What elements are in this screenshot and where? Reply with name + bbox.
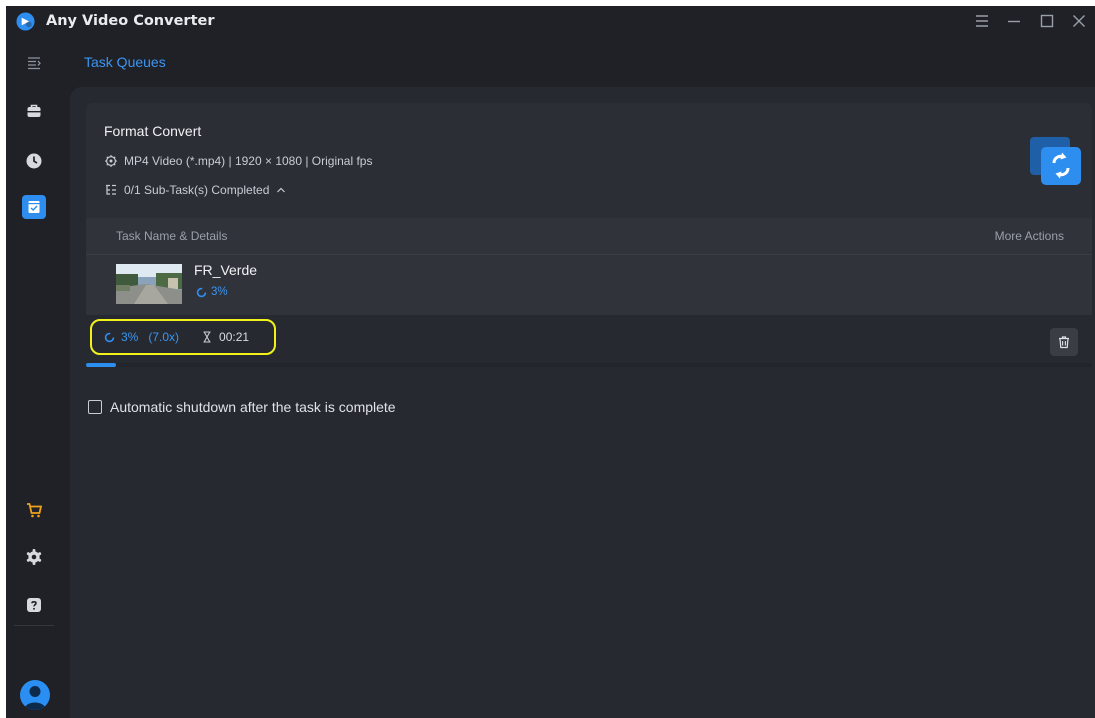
task-queue-icon — [28, 201, 40, 213]
app-logo-icon — [16, 12, 35, 31]
main-panel: Format Convert MP4 Video (*.mp4) | 1920 … — [70, 87, 1095, 718]
auto-shutdown-checkbox[interactable] — [88, 400, 102, 414]
delete-task-button[interactable] — [1050, 328, 1078, 356]
column-task-name: Task Name & Details — [116, 229, 228, 243]
toolbox-icon — [27, 104, 41, 117]
sidebar-item-toolbox[interactable] — [18, 95, 50, 127]
close-icon[interactable] — [1069, 11, 1089, 31]
app-window: Any Video Converter Task Queues Format C… — [6, 6, 1095, 718]
sidebar-item-help[interactable] — [18, 589, 50, 621]
subtasks-text: 0/1 Sub-Task(s) Completed — [124, 183, 270, 197]
time-remaining: 00:21 — [219, 330, 250, 344]
format-settings-icon — [105, 155, 117, 167]
task-table-header: Task Name & Details More Actions — [86, 218, 1092, 255]
format-info-text: MP4 Video (*.mp4) | 1920 × 1080 | Origin… — [124, 154, 373, 168]
auto-shutdown-option[interactable]: Automatic shutdown after the task is com… — [88, 399, 396, 415]
file-progress: 3% — [196, 286, 228, 298]
task-title: Format Convert — [104, 123, 202, 139]
spinner-icon — [104, 332, 115, 342]
sidebar-item-task-queues[interactable] — [18, 191, 50, 223]
progress-bar-fill — [86, 363, 117, 367]
table-row[interactable]: FR_Verde 3% — [86, 255, 1092, 315]
sidebar — [6, 37, 62, 718]
sidebar-divider — [14, 625, 54, 626]
progress-bar — [86, 363, 1092, 367]
title-bar: Any Video Converter — [6, 6, 1095, 37]
task-card: Format Convert MP4 Video (*.mp4) | 1920 … — [86, 103, 1092, 371]
spinner-icon — [196, 287, 207, 297]
file-name: FR_Verde — [194, 262, 258, 278]
trash-icon — [1059, 336, 1069, 349]
minimize-icon[interactable] — [1004, 11, 1024, 31]
cart-icon — [27, 503, 43, 518]
video-thumbnail — [116, 264, 182, 304]
chevron-up-icon — [277, 187, 286, 193]
app-title: Any Video Converter — [46, 13, 215, 29]
conversion-stats: 3% (7.0x) 00:21 — [90, 319, 276, 355]
format-info: MP4 Video (*.mp4) | 1920 × 1080 | Origin… — [104, 154, 372, 168]
help-icon — [27, 598, 41, 612]
progress-percent: 3% — [121, 330, 139, 344]
hourglass-icon — [203, 331, 211, 343]
maximize-icon[interactable] — [1037, 11, 1057, 31]
history-icon — [26, 153, 42, 169]
sidebar-item-store[interactable] — [18, 494, 50, 526]
gear-icon — [26, 549, 42, 565]
user-avatar-icon — [24, 686, 46, 710]
menu-icon[interactable] — [972, 11, 992, 31]
subtasks-toggle[interactable]: 0/1 Sub-Task(s) Completed — [104, 183, 293, 197]
format-convert-icon — [1030, 137, 1081, 185]
collapse-menu-icon — [28, 57, 41, 70]
subtask-tree-icon — [106, 184, 116, 195]
avatar[interactable] — [20, 680, 50, 710]
task-footer: 3% (7.0x) 00:21 — [86, 315, 1092, 371]
auto-shutdown-label: Automatic shutdown after the task is com… — [110, 399, 396, 415]
sidebar-item-history[interactable] — [18, 145, 50, 177]
column-more-actions: More Actions — [994, 229, 1064, 243]
sidebar-collapse-button[interactable] — [18, 47, 50, 79]
file-progress-text: 3% — [211, 286, 228, 298]
page-title: Task Queues — [84, 54, 166, 70]
conversion-speed: (7.0x) — [148, 330, 180, 344]
sidebar-item-settings[interactable] — [18, 541, 50, 573]
